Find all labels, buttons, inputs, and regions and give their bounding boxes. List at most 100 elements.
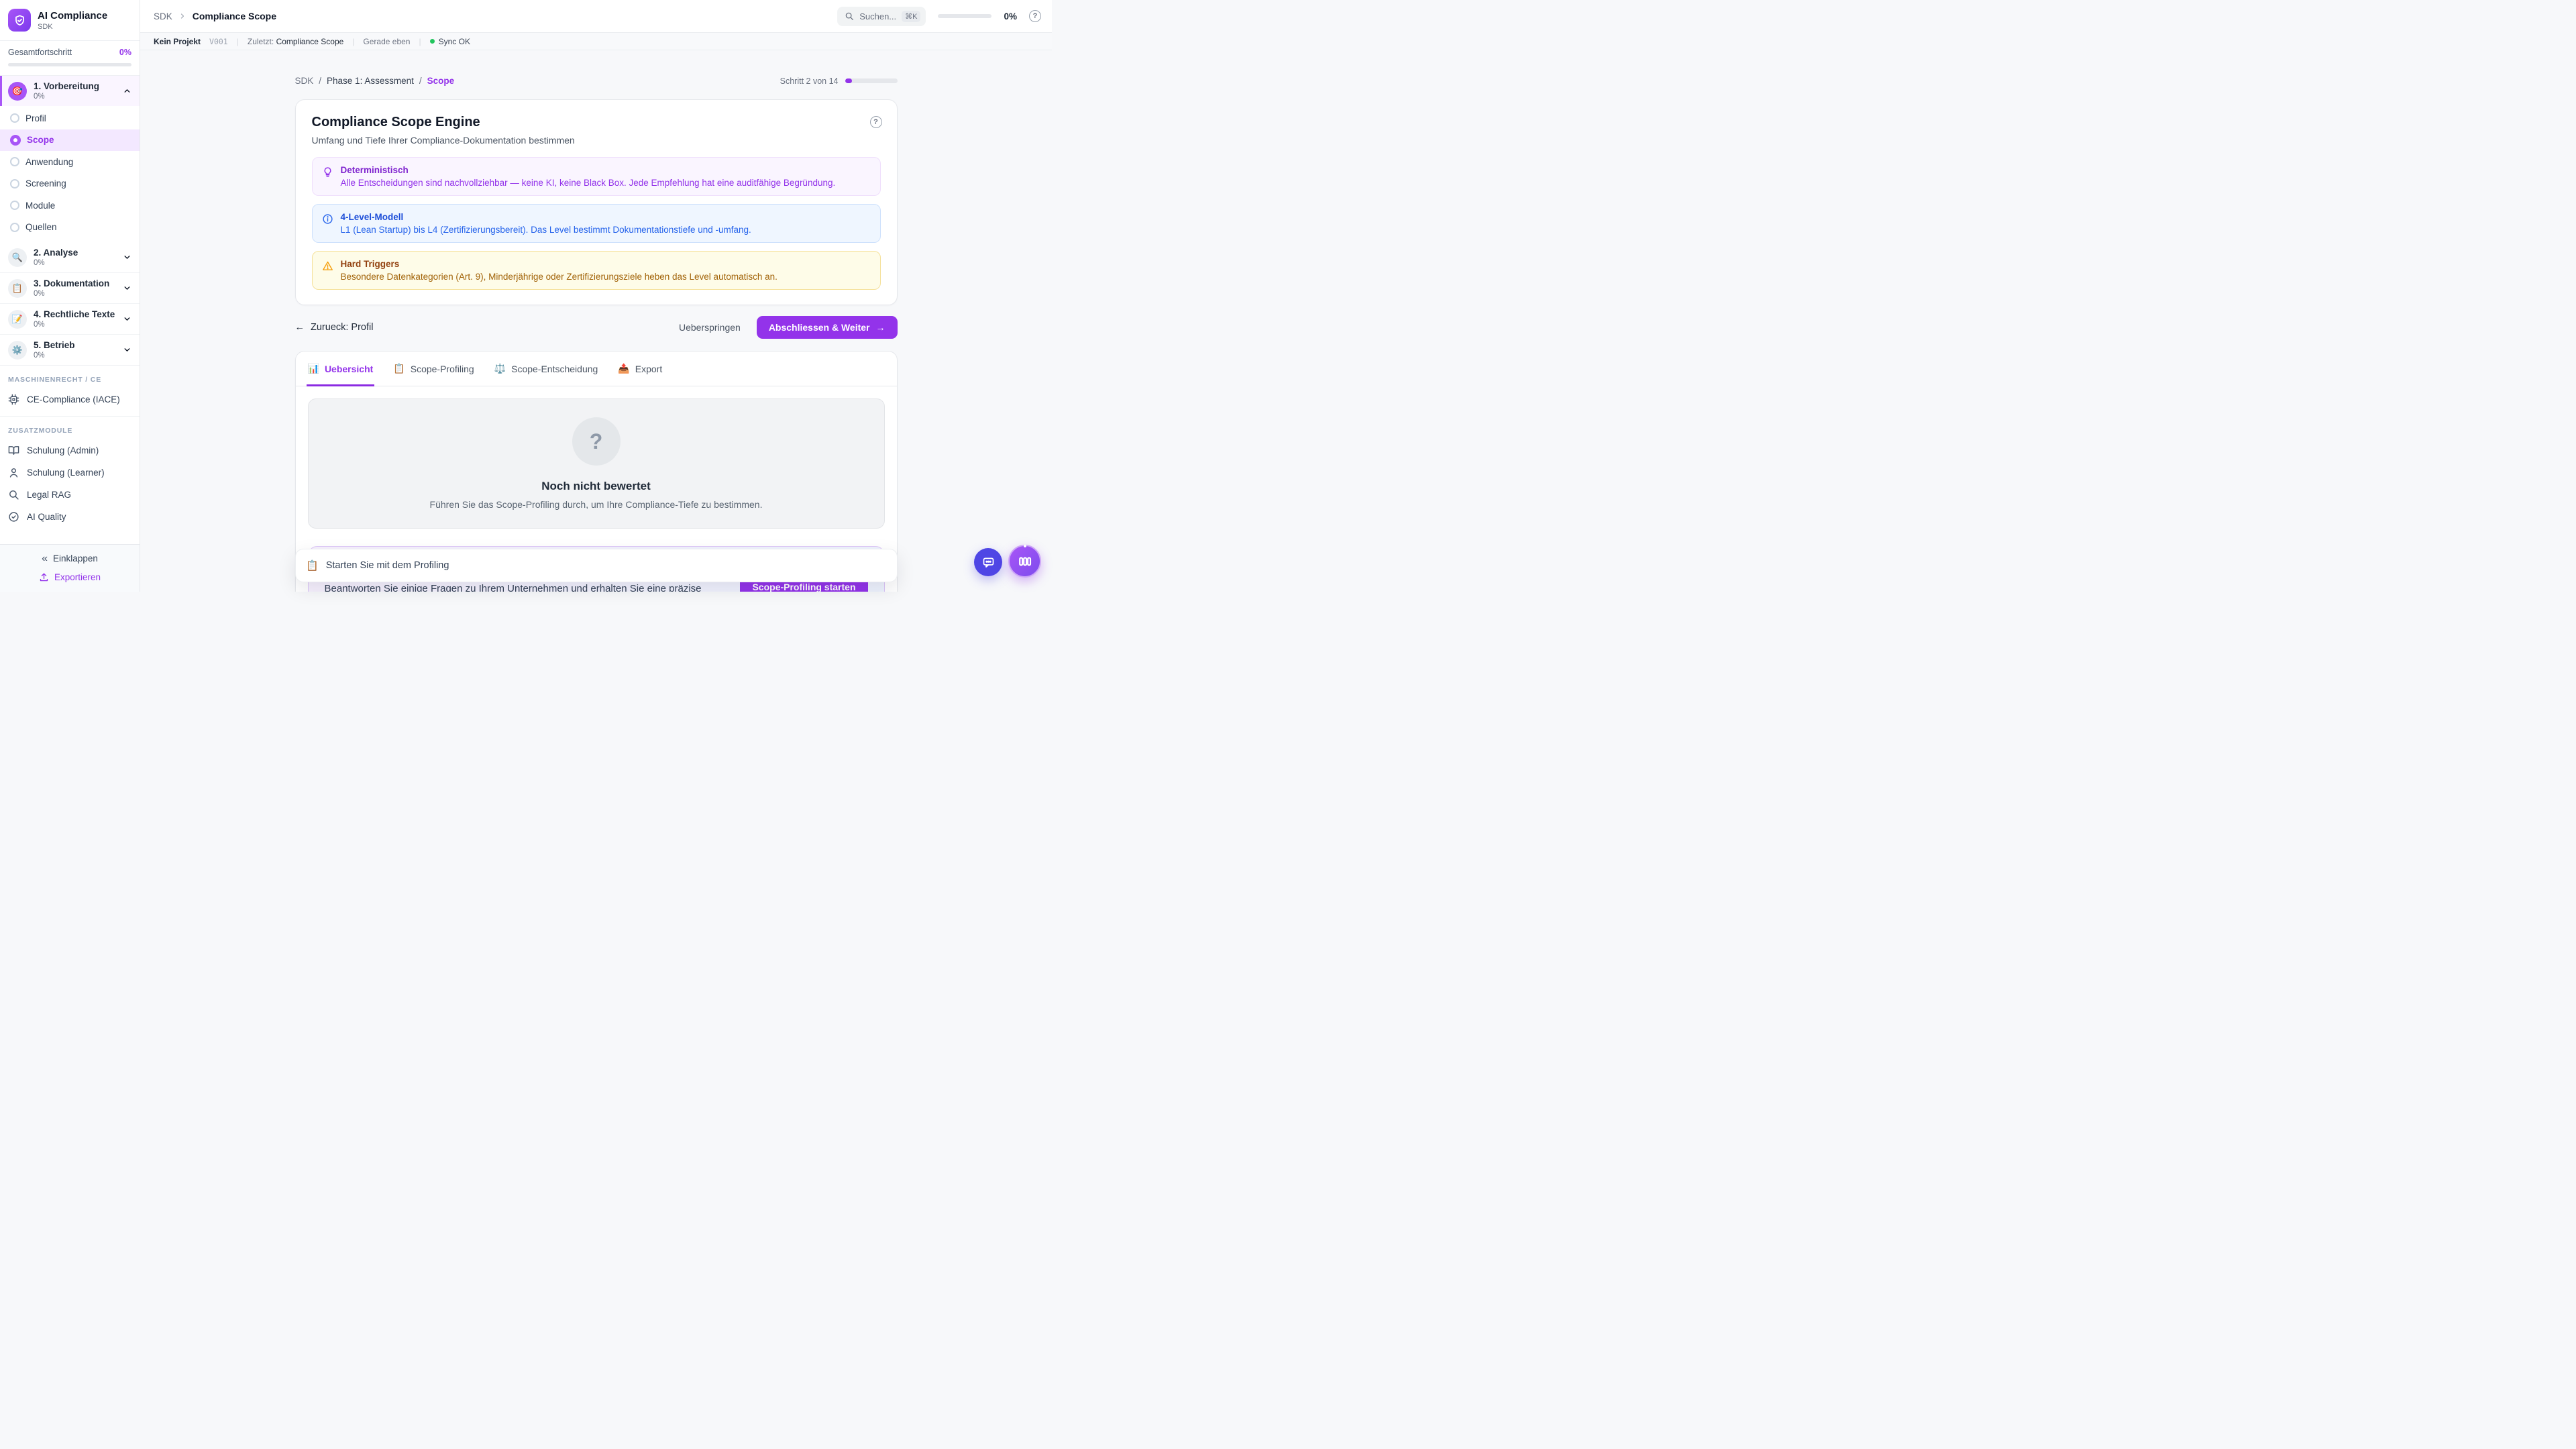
breadcrumb-phase[interactable]: Phase 1: Assessment	[327, 76, 414, 86]
step-indicator: Schritt 2 von 14	[780, 76, 898, 86]
sidebar-phase-analyse[interactable]: 🔍 2. Analyse 0%	[0, 242, 140, 272]
sidebar-step-scope[interactable]: Scope	[0, 129, 140, 152]
export-button[interactable]: Exportieren	[39, 572, 101, 582]
wizard-nav-row: ← Zurueck: Profil Ueberspringen Abschlie…	[295, 316, 898, 339]
help-icon[interactable]: ?	[1029, 10, 1041, 22]
main-content: SDK / Phase 1: Assessment / Scope Schrit…	[140, 51, 1052, 592]
last-step: Zuletzt: Compliance Scope	[248, 37, 343, 46]
empty-state-text: Führen Sie das Scope-Profiling durch, um…	[430, 499, 763, 510]
section-maschinenrecht: MASCHINENRECHT / CE	[0, 366, 140, 388]
chevron-right-icon	[178, 12, 186, 20]
chevron-down-icon	[123, 345, 131, 354]
magnifier-icon: 🔍	[8, 248, 27, 267]
app-subtitle: SDK	[38, 23, 107, 31]
search-icon	[8, 489, 19, 500]
last-saved-time: Gerade eben	[363, 37, 410, 46]
phase1-steps: Profil Scope Anwendung Screening Module	[0, 106, 140, 242]
upload-icon	[39, 572, 49, 582]
skip-button[interactable]: Ueberspringen	[679, 322, 741, 333]
tab-uebersicht[interactable]: 📊 Uebersicht	[308, 352, 374, 386]
info-box-deterministisch: Deterministisch Alle Entscheidungen sind…	[312, 157, 881, 196]
breadcrumb: SDK Compliance Scope	[154, 11, 276, 21]
shield-check-icon	[13, 14, 26, 27]
outbox-icon: 📤	[618, 363, 629, 374]
collapse-sidebar-button[interactable]: « Einklappen	[42, 553, 98, 564]
info-box-hard-triggers: Hard Triggers Besondere Datenkategorien …	[312, 251, 881, 290]
sidebar-step-quellen[interactable]: Quellen	[0, 217, 140, 239]
sync-ok-dot	[430, 39, 435, 44]
radio-icon	[10, 201, 19, 210]
overall-progress-label: Gesamtfortschritt	[8, 48, 72, 57]
sidebar-header: AI Compliance SDK	[0, 0, 140, 41]
breadcrumb-root[interactable]: SDK	[154, 11, 172, 21]
section-zusatzmodule: ZUSATZMODULE	[0, 417, 140, 439]
topbar: SDK Compliance Scope Suchen... ⌘K 0% ?	[140, 0, 1052, 32]
page-title: Compliance Scope Engine	[312, 115, 881, 130]
sidebar-phase-rechtliche-texte[interactable]: 📝 4. Rechtliche Texte 0%	[0, 303, 140, 334]
sidebar-footer: « Einklappen Exportieren	[0, 544, 140, 592]
tab-scope-profiling[interactable]: 📋 Scope-Profiling	[393, 352, 474, 386]
clipboard-icon: 📋	[306, 559, 319, 572]
columns-icon	[1018, 554, 1032, 569]
sidebar-item-ce-compliance[interactable]: CE-Compliance (IACE)	[0, 388, 140, 411]
sidebar-item-legal-rag[interactable]: Legal RAG	[0, 484, 140, 506]
chat-fab-button[interactable]	[974, 548, 1002, 576]
book-open-icon	[8, 445, 19, 456]
empty-state-title: Noch nicht bewertet	[541, 480, 650, 493]
radio-icon	[10, 223, 19, 232]
card-help-icon[interactable]: ?	[870, 116, 882, 128]
statusbar: Kein Projekt V001 | Zuletzt: Compliance …	[140, 32, 1052, 50]
content-breadcrumb: SDK / Phase 1: Assessment / Scope	[295, 76, 455, 86]
tab-bar: 📊 Uebersicht 📋 Scope-Profiling ⚖️ Scope-…	[296, 352, 897, 386]
keyboard-shortcut-badge: ⌘K	[902, 11, 920, 22]
sidebar-step-profil[interactable]: Profil	[0, 107, 140, 129]
step-progress-fill	[845, 78, 853, 83]
radio-icon	[10, 179, 19, 189]
header-progress-track	[938, 14, 991, 18]
sync-status: Sync OK	[430, 37, 470, 46]
sidebar-step-screening[interactable]: Screening	[0, 173, 140, 195]
back-button[interactable]: ← Zurueck: Profil	[295, 322, 374, 333]
chevron-up-icon	[123, 87, 131, 95]
profiling-toast: 📋 Starten Sie mit dem Profiling	[295, 549, 898, 582]
app-title: AI Compliance	[38, 10, 107, 22]
content-header-row: SDK / Phase 1: Assessment / Scope Schrit…	[295, 76, 898, 86]
clipboard-icon: 📋	[8, 279, 27, 298]
sidebar-item-ai-quality[interactable]: AI Quality	[0, 506, 140, 528]
chevron-down-icon	[123, 315, 131, 323]
warning-triangle-icon	[322, 260, 333, 272]
arrow-right-icon: →	[876, 322, 885, 333]
arrow-left-icon: ←	[295, 322, 305, 333]
search-input[interactable]: Suchen... ⌘K	[837, 7, 926, 26]
panels-fab-button[interactable]	[1008, 545, 1041, 578]
sidebar-phase-dokumentation[interactable]: 📋 3. Dokumentation 0%	[0, 272, 140, 303]
app-root: AI Compliance SDK Gesamtfortschritt 0% 🎯…	[0, 0, 1052, 592]
sidebar-nav: 🎯 1. Vorbereitung 0% Profil Scope	[0, 76, 140, 544]
gear-icon: ⚙️	[8, 341, 27, 360]
scales-icon: ⚖️	[494, 363, 506, 374]
double-chevron-left-icon: «	[42, 555, 48, 563]
sidebar-phase-betrieb[interactable]: ⚙️ 5. Betrieb 0%	[0, 334, 140, 365]
sidebar-step-module[interactable]: Module	[0, 195, 140, 217]
sidebar-item-schulung-learner[interactable]: Schulung (Learner)	[0, 462, 140, 484]
sidebar-item-schulung-admin[interactable]: Schulung (Admin)	[0, 439, 140, 462]
header-progress-value: 0%	[1004, 11, 1017, 21]
radio-icon	[10, 113, 19, 123]
tab-export[interactable]: 📤 Export	[618, 352, 662, 386]
phase-progress: 0%	[34, 93, 116, 101]
info-circle-icon	[322, 213, 333, 225]
bar-chart-icon: 📊	[308, 363, 319, 374]
complete-next-button[interactable]: Abschliessen & Weiter →	[757, 316, 898, 339]
target-icon: 🎯	[8, 82, 27, 101]
project-name: Kein Projekt	[154, 37, 201, 46]
memo-icon: 📝	[8, 310, 27, 329]
empty-state: ? Noch nicht bewertet Führen Sie das Sco…	[308, 398, 885, 529]
app-logo	[8, 9, 31, 32]
chip-icon	[8, 394, 19, 405]
sidebar-step-anwendung[interactable]: Anwendung	[0, 151, 140, 173]
phase-label: 1. Vorbereitung	[34, 81, 116, 92]
tab-scope-entscheidung[interactable]: ⚖️ Scope-Entscheidung	[494, 352, 598, 386]
breadcrumb-sdk[interactable]: SDK	[295, 76, 314, 86]
question-mark-icon: ?	[572, 417, 621, 466]
sidebar-phase-vorbereitung[interactable]: 🎯 1. Vorbereitung 0%	[0, 76, 140, 106]
